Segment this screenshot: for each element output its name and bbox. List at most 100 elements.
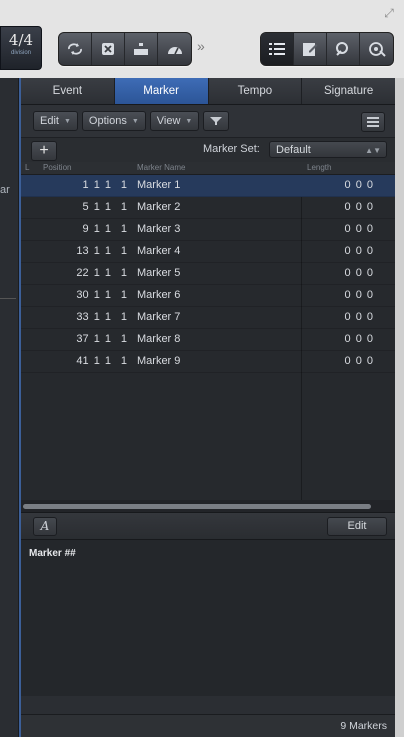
tab-marker[interactable]: Marker	[114, 78, 209, 104]
options-menu-label: Options	[88, 115, 127, 127]
marker-name: Marker 5	[137, 267, 181, 279]
marker-tick: 1	[120, 245, 127, 257]
marker-tick: 1	[120, 267, 127, 279]
marker-name: Marker 1	[137, 179, 181, 191]
metronome-button[interactable]	[125, 33, 158, 65]
tab-tempo[interactable]: Tempo	[209, 78, 303, 104]
filter-button[interactable]	[203, 111, 230, 131]
marker-row[interactable]: 41 1 1 1 Marker 9 0 0 0	[21, 351, 395, 373]
note-toolbar: A Edit	[21, 512, 395, 540]
marker-name: Marker 2	[137, 201, 181, 213]
media-browser-button[interactable]	[360, 33, 393, 65]
marker-name: Marker 8	[137, 333, 181, 345]
loop-browser-button[interactable]	[327, 33, 360, 65]
col-marker-name[interactable]: Marker Name	[137, 163, 185, 172]
marker-note-text: Marker ##	[29, 548, 76, 559]
chevron-down-icon: ▼	[185, 117, 193, 125]
tempo-icon	[167, 47, 182, 55]
marker-rows: 1 1 1 1 Marker 10 0 05 1 1 1 Marker 20 0 09 …	[21, 175, 395, 373]
tab-event[interactable]: Event	[21, 78, 115, 104]
metronome-icon	[134, 43, 148, 55]
marker-name: Marker 9	[137, 355, 181, 367]
col-position[interactable]: Position	[43, 163, 71, 172]
marker-row[interactable]: 1 1 1 1 Marker 1 0 0 0	[21, 175, 395, 197]
stop-icon	[102, 43, 114, 55]
media-browser-icon	[368, 42, 386, 57]
marker-length: 0 0 0	[344, 311, 373, 323]
view-button-group	[260, 32, 394, 66]
marker-row[interactable]: 5 1 1 1 Marker 2 0 0 0	[21, 197, 395, 219]
list-icon	[367, 117, 379, 127]
status-bar: 9 Markers	[21, 714, 395, 737]
add-marker-button[interactable]: +	[31, 141, 57, 161]
replace-button[interactable]	[92, 33, 125, 65]
marker-position: 41 1 1	[76, 355, 111, 367]
column-headers: L Position Marker Name Length	[21, 162, 395, 175]
loop-browser-icon	[336, 42, 348, 56]
marker-row[interactable]: 30 1 1 1 Marker 6 0 0 0	[21, 285, 395, 307]
list-editors-button[interactable]	[261, 33, 294, 65]
chevron-down-icon: ▼	[131, 117, 139, 125]
marker-tick: 1	[120, 179, 127, 191]
chevron-down-icon: ▼	[63, 117, 71, 125]
marker-name: Marker 7	[137, 311, 181, 323]
marker-position: 33 1 1	[76, 311, 111, 323]
col-length[interactable]: Length	[307, 163, 331, 172]
marker-tick: 1	[120, 223, 127, 235]
options-menu-button[interactable]: Options ▼	[81, 111, 146, 131]
marker-set-value: Default	[276, 144, 311, 156]
tempo-button[interactable]	[158, 33, 191, 65]
marker-set-bar: + Marker Set: Default ▲▼	[21, 137, 395, 162]
marker-list-window: ⤢ 4/4 division » ar Event Marker Tempo S…	[0, 0, 404, 737]
marker-position: 13 1 1	[76, 245, 111, 257]
list-view-button[interactable]	[361, 112, 385, 132]
marker-tick: 1	[120, 333, 127, 345]
marker-row[interactable]: 13 1 1 1 Marker 4 0 0 0	[21, 241, 395, 263]
strip-divider	[0, 298, 16, 299]
marker-length: 0 0 0	[344, 333, 373, 345]
left-track-strip: ar	[0, 78, 19, 737]
notepad-button[interactable]	[294, 33, 327, 65]
marker-position: 9 1 1	[82, 223, 111, 235]
marker-position: 30 1 1	[76, 289, 111, 301]
time-signature-value: 4/4	[8, 31, 34, 49]
marker-name: Marker 6	[137, 289, 181, 301]
marker-length: 0 0 0	[344, 179, 373, 191]
list-editor-panel: Event Marker Tempo Signature Edit ▼ Opti…	[19, 78, 395, 737]
scrollbar-thumb[interactable]	[23, 504, 371, 509]
filter-icon	[210, 117, 223, 125]
marker-position: 1 1 1	[82, 179, 111, 191]
font-button[interactable]: A	[33, 517, 57, 536]
marker-set-label: Marker Set:	[203, 143, 260, 155]
marker-name: Marker 3	[137, 223, 181, 235]
resize-icon[interactable]: ⤢	[382, 6, 396, 20]
note-edit-button[interactable]: Edit	[327, 517, 387, 536]
marker-row[interactable]: 37 1 1 1 Marker 8 0 0 0	[21, 329, 395, 351]
marker-length: 0 0 0	[344, 267, 373, 279]
marker-tick: 1	[120, 201, 127, 213]
cycle-icon	[68, 43, 82, 55]
marker-note-area[interactable]: Marker ##	[21, 540, 395, 696]
marker-list[interactable]: L Position Marker Name Length 1 1 1 1 Mark…	[21, 162, 395, 512]
marker-row[interactable]: 22 1 1 1 Marker 5 0 0 0	[21, 263, 395, 285]
marker-row[interactable]: 33 1 1 1 Marker 7 0 0 0	[21, 307, 395, 329]
marker-position: 22 1 1	[76, 267, 111, 279]
horizontal-scrollbar[interactable]	[21, 500, 395, 512]
control-bar: ⤢ 4/4 division »	[0, 0, 404, 78]
marker-set-select[interactable]: Default ▲▼	[269, 141, 387, 158]
marker-tick: 1	[120, 355, 127, 367]
marker-tick: 1	[120, 311, 127, 323]
right-edge	[395, 78, 404, 737]
marker-count: 9 Markers	[340, 720, 387, 732]
tab-signature[interactable]: Signature	[302, 78, 395, 104]
view-menu-button[interactable]: View ▼	[149, 111, 200, 131]
time-signature-display[interactable]: 4/4 division	[0, 26, 42, 70]
col-lock[interactable]: L	[25, 163, 29, 172]
marker-tick: 1	[120, 289, 127, 301]
marker-row[interactable]: 9 1 1 1 Marker 3 0 0 0	[21, 219, 395, 241]
cycle-button[interactable]	[59, 33, 92, 65]
marker-toolbar: Edit ▼ Options ▼ View ▼	[21, 105, 395, 137]
more-tools-icon[interactable]: »	[197, 38, 205, 54]
view-menu-label: View	[156, 115, 181, 127]
edit-menu-button[interactable]: Edit ▼	[33, 111, 78, 131]
